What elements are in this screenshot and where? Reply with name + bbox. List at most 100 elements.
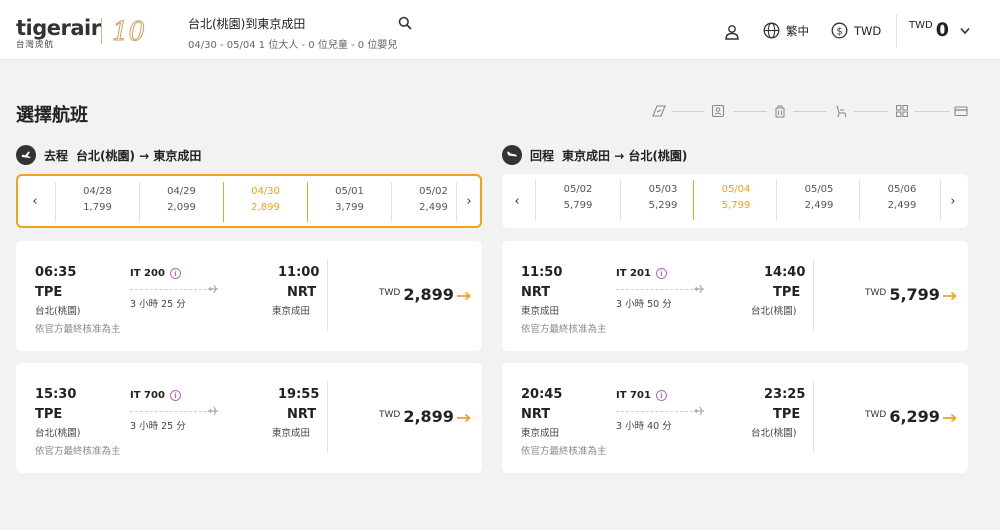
step-connector xyxy=(733,111,767,112)
departure-city: 東京成田 xyxy=(521,306,560,317)
fare-currency: TWD xyxy=(379,410,401,420)
booking-steps xyxy=(650,104,970,120)
outbound-next-button[interactable]: › xyxy=(454,176,484,226)
inbound-header: 回程 東京成田 → 台北(桃園) xyxy=(502,145,687,165)
chevron-down-icon[interactable] xyxy=(960,27,970,35)
fare-amount: 2,899 xyxy=(403,285,454,304)
arrow-right-icon[interactable] xyxy=(457,291,471,301)
step-connector xyxy=(672,111,704,112)
fare-price[interactable]: TWD 2,899 xyxy=(379,407,454,426)
arrival-city: 台北(桃園) xyxy=(751,428,797,439)
inbound-date-0502[interactable]: 05/02 5,799 xyxy=(536,182,620,218)
outbound-flight-card-2[interactable]: 15:30 TPE 台北(桃園) 依官方最終核准為主 IT 700 i 3 小時… xyxy=(16,363,482,473)
page-title: 選擇航班 xyxy=(16,105,88,126)
anniversary-10-logo: 10 xyxy=(112,17,146,47)
route-subtitle[interactable]: 04/30 - 05/04 1 位大人 - 0 位兒童 - 0 位嬰兒 xyxy=(188,36,397,51)
route-line xyxy=(616,411,698,412)
plane-icon xyxy=(208,284,218,294)
card-divider xyxy=(327,381,328,453)
arrow-right-icon[interactable] xyxy=(943,291,957,301)
info-icon[interactable]: i xyxy=(655,268,667,279)
globe-icon xyxy=(763,22,780,39)
step-connector xyxy=(854,111,888,112)
outbound-date-0428[interactable]: 04/28 1,799 xyxy=(56,184,139,220)
flight-duration: 3 小時 25 分 xyxy=(130,421,186,432)
logo-text: tigerair xyxy=(16,16,101,40)
arrival-city: 東京成田 xyxy=(272,306,311,317)
top-header: tigerair 台灣虎航 10 台北(桃園)到東京成田 04/30 - 05/… xyxy=(0,0,1000,60)
departure-code: TPE xyxy=(35,285,63,300)
fare-amount: 5,799 xyxy=(889,285,940,304)
arrival-city: 台北(桃園) xyxy=(751,306,797,317)
fare-currency: TWD xyxy=(865,410,887,420)
fare-currency: TWD xyxy=(865,288,887,298)
arrival-time: 23:25 xyxy=(764,387,806,402)
outbound-prev-button[interactable]: ‹ xyxy=(20,176,50,226)
addons-step-icon xyxy=(896,105,908,117)
tigerair-logo[interactable]: tigerair 台灣虎航 xyxy=(16,16,101,50)
language-label: 繁中 xyxy=(786,23,809,38)
arrow-right-icon[interactable] xyxy=(943,413,957,423)
plane-icon xyxy=(208,406,218,416)
departure-time: 11:50 xyxy=(521,265,563,280)
outbound-date-selector: ‹ 04/28 1,799 04/29 2,099 04/30 2,899 05/01… xyxy=(16,174,482,228)
currency-label: TWD xyxy=(854,23,882,38)
dollar-icon: $ xyxy=(831,22,848,39)
fare-amount: 6,299 xyxy=(889,407,940,426)
arrival-code: TPE xyxy=(773,285,801,300)
flight-number-text: IT 700 xyxy=(130,390,165,401)
arrival-code: TPE xyxy=(773,407,801,422)
step-connector xyxy=(915,111,949,112)
info-icon[interactable]: i xyxy=(169,390,181,401)
inbound-date-0505[interactable]: 05/05 2,499 xyxy=(777,182,861,218)
outbound-date-0501[interactable]: 05/01 3,799 xyxy=(308,184,391,220)
info-icon[interactable]: i xyxy=(655,390,667,401)
flight-number[interactable]: IT 200 i xyxy=(130,268,181,279)
payment-step-icon xyxy=(954,106,968,117)
inbound-date-selector: ‹ 05/02 5,799 05/03 5,299 05/04 5,799 05/05… xyxy=(502,174,968,228)
flight-duration: 3 小時 50 分 xyxy=(616,299,672,310)
currency-selector[interactable]: $ TWD xyxy=(831,22,881,39)
plane-icon xyxy=(694,284,704,294)
flight-number[interactable]: IT 201 i xyxy=(616,268,667,279)
route-line xyxy=(130,411,212,412)
inbound-prev-button[interactable]: ‹ xyxy=(502,174,532,228)
departure-code: TPE xyxy=(35,407,63,422)
search-icon[interactable] xyxy=(398,16,412,30)
inbound-flight-card-2[interactable]: 20:45 NRT 東京成田 依官方最終核准為主 IT 701 i 3 小時 4… xyxy=(502,363,968,473)
fare-price[interactable]: TWD 2,899 xyxy=(379,285,454,304)
outbound-header: 去程 台北(桃園) → 東京成田 xyxy=(16,145,201,165)
outbound-date-0429[interactable]: 04/29 2,099 xyxy=(140,184,223,220)
cart-total-currency: TWD xyxy=(909,20,933,31)
flight-duration: 3 小時 25 分 xyxy=(130,299,186,310)
route-line xyxy=(616,289,698,290)
inbound-flight-card-1[interactable]: 11:50 NRT 東京成田 依官方最終核准為主 IT 201 i 3 小時 5… xyxy=(502,241,968,351)
passenger-step-icon xyxy=(711,104,725,118)
outbound-route: 台北(桃園) → 東京成田 xyxy=(76,148,202,163)
seat-step-icon xyxy=(836,105,847,118)
user-icon[interactable] xyxy=(724,24,740,40)
info-icon[interactable]: i xyxy=(169,268,181,279)
flight-number[interactable]: IT 701 i xyxy=(616,390,667,401)
departure-city: 台北(桃園) xyxy=(35,428,81,439)
cart-total[interactable]: TWD 0 xyxy=(909,18,949,42)
header-divider xyxy=(896,14,897,48)
landing-icon xyxy=(502,145,522,165)
fare-price[interactable]: TWD 6,299 xyxy=(865,407,940,426)
arrival-time: 14:40 xyxy=(764,265,806,280)
approval-note: 依官方最終核准為主 xyxy=(521,446,607,457)
departure-time: 20:45 xyxy=(521,387,563,402)
outbound-flight-card-1[interactable]: 06:35 TPE 台北(桃園) 依官方最終核准為主 IT 200 i 3 小時… xyxy=(16,241,482,351)
cart-total-amount: 0 xyxy=(935,19,949,41)
approval-note: 依官方最終核准為主 xyxy=(35,446,121,457)
language-selector[interactable]: 繁中 xyxy=(763,22,809,39)
inbound-date-0504-selected[interactable]: 05/04 5,799 xyxy=(694,182,778,218)
route-title[interactable]: 台北(桃園)到東京成田 xyxy=(188,15,305,32)
inbound-date-0506[interactable]: 05/06 2,499 xyxy=(860,182,944,218)
flight-number[interactable]: IT 700 i xyxy=(130,390,181,401)
fare-price[interactable]: TWD 5,799 xyxy=(865,285,940,304)
arrow-right-icon[interactable] xyxy=(457,413,471,423)
svg-text:$: $ xyxy=(836,26,842,37)
inbound-next-button[interactable]: › xyxy=(938,174,968,228)
outbound-date-0430-selected[interactable]: 04/30 2,899 xyxy=(224,184,307,220)
